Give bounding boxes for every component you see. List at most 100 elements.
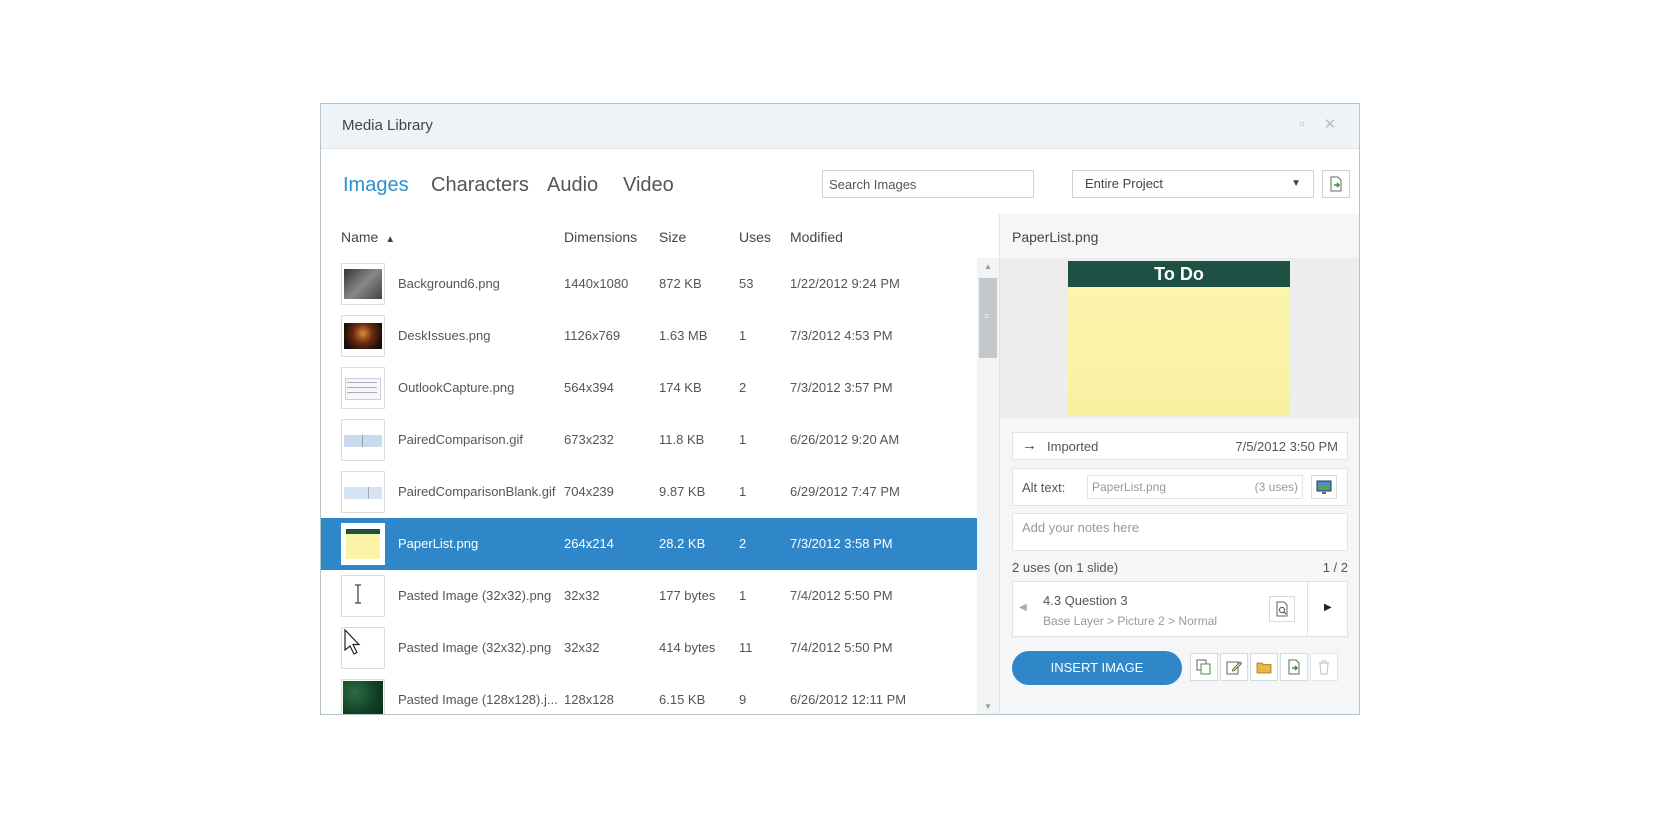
detail-panel: PaperList.png To Do → Imported 7/5/2012 …: [999, 214, 1359, 714]
notes-field[interactable]: [1012, 513, 1348, 551]
grip-icon: ≡: [984, 311, 990, 321]
delete-button[interactable]: [1310, 653, 1338, 681]
scroll-down-icon[interactable]: ▼: [977, 698, 999, 714]
sort-ascending-icon: ▲: [385, 234, 396, 245]
arrow-cursor-icon: [344, 628, 361, 655]
tab-characters[interactable]: Characters: [431, 174, 529, 197]
file-uses: 11: [739, 640, 753, 655]
file-dimensions: 264x214: [564, 536, 614, 551]
insert-image-button[interactable]: INSERT IMAGE: [1012, 651, 1182, 685]
imported-label: Imported: [1047, 439, 1099, 454]
column-header-modified[interactable]: Modified: [790, 229, 843, 245]
search-input[interactable]: [822, 170, 1034, 198]
column-header-dimensions[interactable]: Dimensions: [564, 229, 637, 245]
close-icon[interactable]: ✕: [1321, 116, 1339, 134]
file-name: DeskIssues.png: [398, 328, 491, 343]
alt-text-label: Alt text:: [1022, 480, 1066, 495]
table-row[interactable]: DeskIssues.png 1126x769 1.63 MB 1 7/3/20…: [321, 310, 977, 362]
file-dimensions: 32x32: [564, 588, 600, 603]
preview-heading: To Do: [1068, 261, 1290, 287]
image-preview: To Do: [1000, 258, 1359, 418]
file-name: Pasted Image (32x32).png: [398, 588, 552, 603]
alt-text-row: Alt text: PaperList.png (3 uses): [1012, 468, 1348, 506]
thumbnail: [341, 523, 385, 565]
file-size: 6.15 KB: [659, 692, 706, 707]
file-size: 174 KB: [659, 380, 702, 395]
file-modified: 7/3/2012 4:53 PM: [790, 328, 893, 343]
file-dimensions: 1126x769: [564, 328, 621, 343]
tab-images[interactable]: Images: [343, 174, 409, 197]
arrow-right-icon: →: [1022, 437, 1037, 454]
scroll-up-icon[interactable]: ▲: [977, 258, 999, 276]
duplicate-button[interactable]: [1190, 653, 1218, 681]
file-size: 9.87 KB: [659, 484, 706, 499]
edit-button[interactable]: [1220, 653, 1248, 681]
uses-summary-row: 2 uses (on 1 slide) 1 / 2: [1012, 560, 1348, 575]
table-row[interactable]: Pasted Image (128x128).j... 128x128 6.15…: [321, 674, 977, 714]
file-name: OutlookCapture.png: [398, 380, 515, 395]
file-modified: 7/4/2012 5:50 PM: [790, 588, 893, 603]
media-library-window: Media Library ▫ ✕ Images Characters Audi…: [320, 103, 1360, 715]
file-modified: 7/3/2012 3:57 PM: [790, 380, 893, 395]
scrollbar-thumb[interactable]: ≡: [979, 278, 997, 358]
list-scrollbar[interactable]: ▲ ≡ ▼: [977, 258, 999, 714]
go-to-slide-button[interactable]: [1269, 596, 1295, 622]
maximize-icon[interactable]: ▫: [1293, 116, 1311, 134]
file-modified: 7/4/2012 5:50 PM: [790, 640, 893, 655]
preview-image: To Do: [1068, 261, 1290, 416]
thumbnail: [341, 575, 385, 617]
file-dimensions: 673x232: [564, 432, 614, 447]
file-size: 177 bytes: [659, 588, 716, 603]
export-button[interactable]: [1322, 170, 1350, 198]
scope-value: Entire Project: [1085, 176, 1164, 191]
file-name: Pasted Image (128x128).j...: [398, 692, 558, 707]
file-name: Background6.png: [398, 276, 500, 291]
file-name: PairedComparisonBlank.gif: [398, 484, 556, 499]
file-name: Pasted Image (32x32).png: [398, 640, 552, 655]
uses-pager: 1 / 2: [1322, 560, 1348, 575]
slide-title[interactable]: 4.3 Question 3: [1043, 593, 1128, 608]
open-folder-button[interactable]: [1250, 653, 1278, 681]
file-dimensions: 128x128: [564, 692, 614, 707]
file-size: 11.8 KB: [659, 432, 705, 447]
alt-text-input[interactable]: PaperList.png (3 uses): [1087, 475, 1303, 499]
file-modified: 6/26/2012 9:20 AM: [790, 432, 900, 447]
file-uses: 9: [739, 692, 747, 707]
folder-icon: [1256, 662, 1272, 674]
scope-dropdown[interactable]: Entire Project ▼: [1072, 170, 1314, 198]
file-uses: 2: [739, 536, 747, 551]
window-title: Media Library: [342, 117, 433, 134]
table-row[interactable]: Pasted Image (32x32).png 32x32 414 bytes…: [321, 622, 977, 674]
table-row[interactable]: OutlookCapture.png 564x394 174 KB 2 7/3/…: [321, 362, 977, 414]
previous-use-icon[interactable]: ◀: [1019, 602, 1027, 613]
table-row[interactable]: Pasted Image (32x32).png 32x32 177 bytes…: [321, 570, 977, 622]
tab-video[interactable]: Video: [623, 174, 674, 197]
file-uses: 1: [739, 484, 747, 499]
trash-icon: [1319, 660, 1329, 675]
table-row[interactable]: PairedComparisonBlank.gif 704x239 9.87 K…: [321, 466, 977, 518]
duplicate-icon: [1196, 659, 1211, 675]
export-icon: [1330, 176, 1342, 192]
column-header-name[interactable]: Name ▲: [341, 229, 395, 245]
tab-audio[interactable]: Audio: [547, 174, 598, 197]
list-header: Name ▲ Dimensions Size Uses Modified: [321, 214, 999, 258]
table-row[interactable]: Background6.png 1440x1080 872 KB 53 1/22…: [321, 258, 977, 310]
file-name: PaperList.png: [398, 536, 479, 551]
table-row[interactable]: PairedComparison.gif 673x232 11.8 KB 1 6…: [321, 414, 977, 466]
thumbnail: [341, 263, 385, 305]
file-modified: 7/3/2012 3:58 PM: [790, 536, 893, 551]
next-use-icon[interactable]: ▶: [1324, 602, 1332, 613]
export-media-button[interactable]: [1280, 653, 1308, 681]
thumbnail: [341, 471, 385, 513]
column-header-uses[interactable]: Uses: [739, 229, 771, 245]
chevron-down-icon: ▼: [1291, 178, 1301, 189]
table-row-selected[interactable]: PaperList.png 264x214 28.2 KB 2 7/3/2012…: [321, 518, 977, 570]
monitor-image-icon: [1316, 480, 1332, 494]
alt-text-apply-button[interactable]: [1311, 475, 1337, 499]
file-modified: 6/26/2012 12:11 PM: [790, 692, 907, 707]
file-size: 414 bytes: [659, 640, 716, 655]
file-size: 872 KB: [659, 276, 702, 291]
file-size: 1.63 MB: [659, 328, 708, 343]
file-uses: 1: [739, 432, 747, 447]
column-header-size[interactable]: Size: [659, 229, 686, 245]
